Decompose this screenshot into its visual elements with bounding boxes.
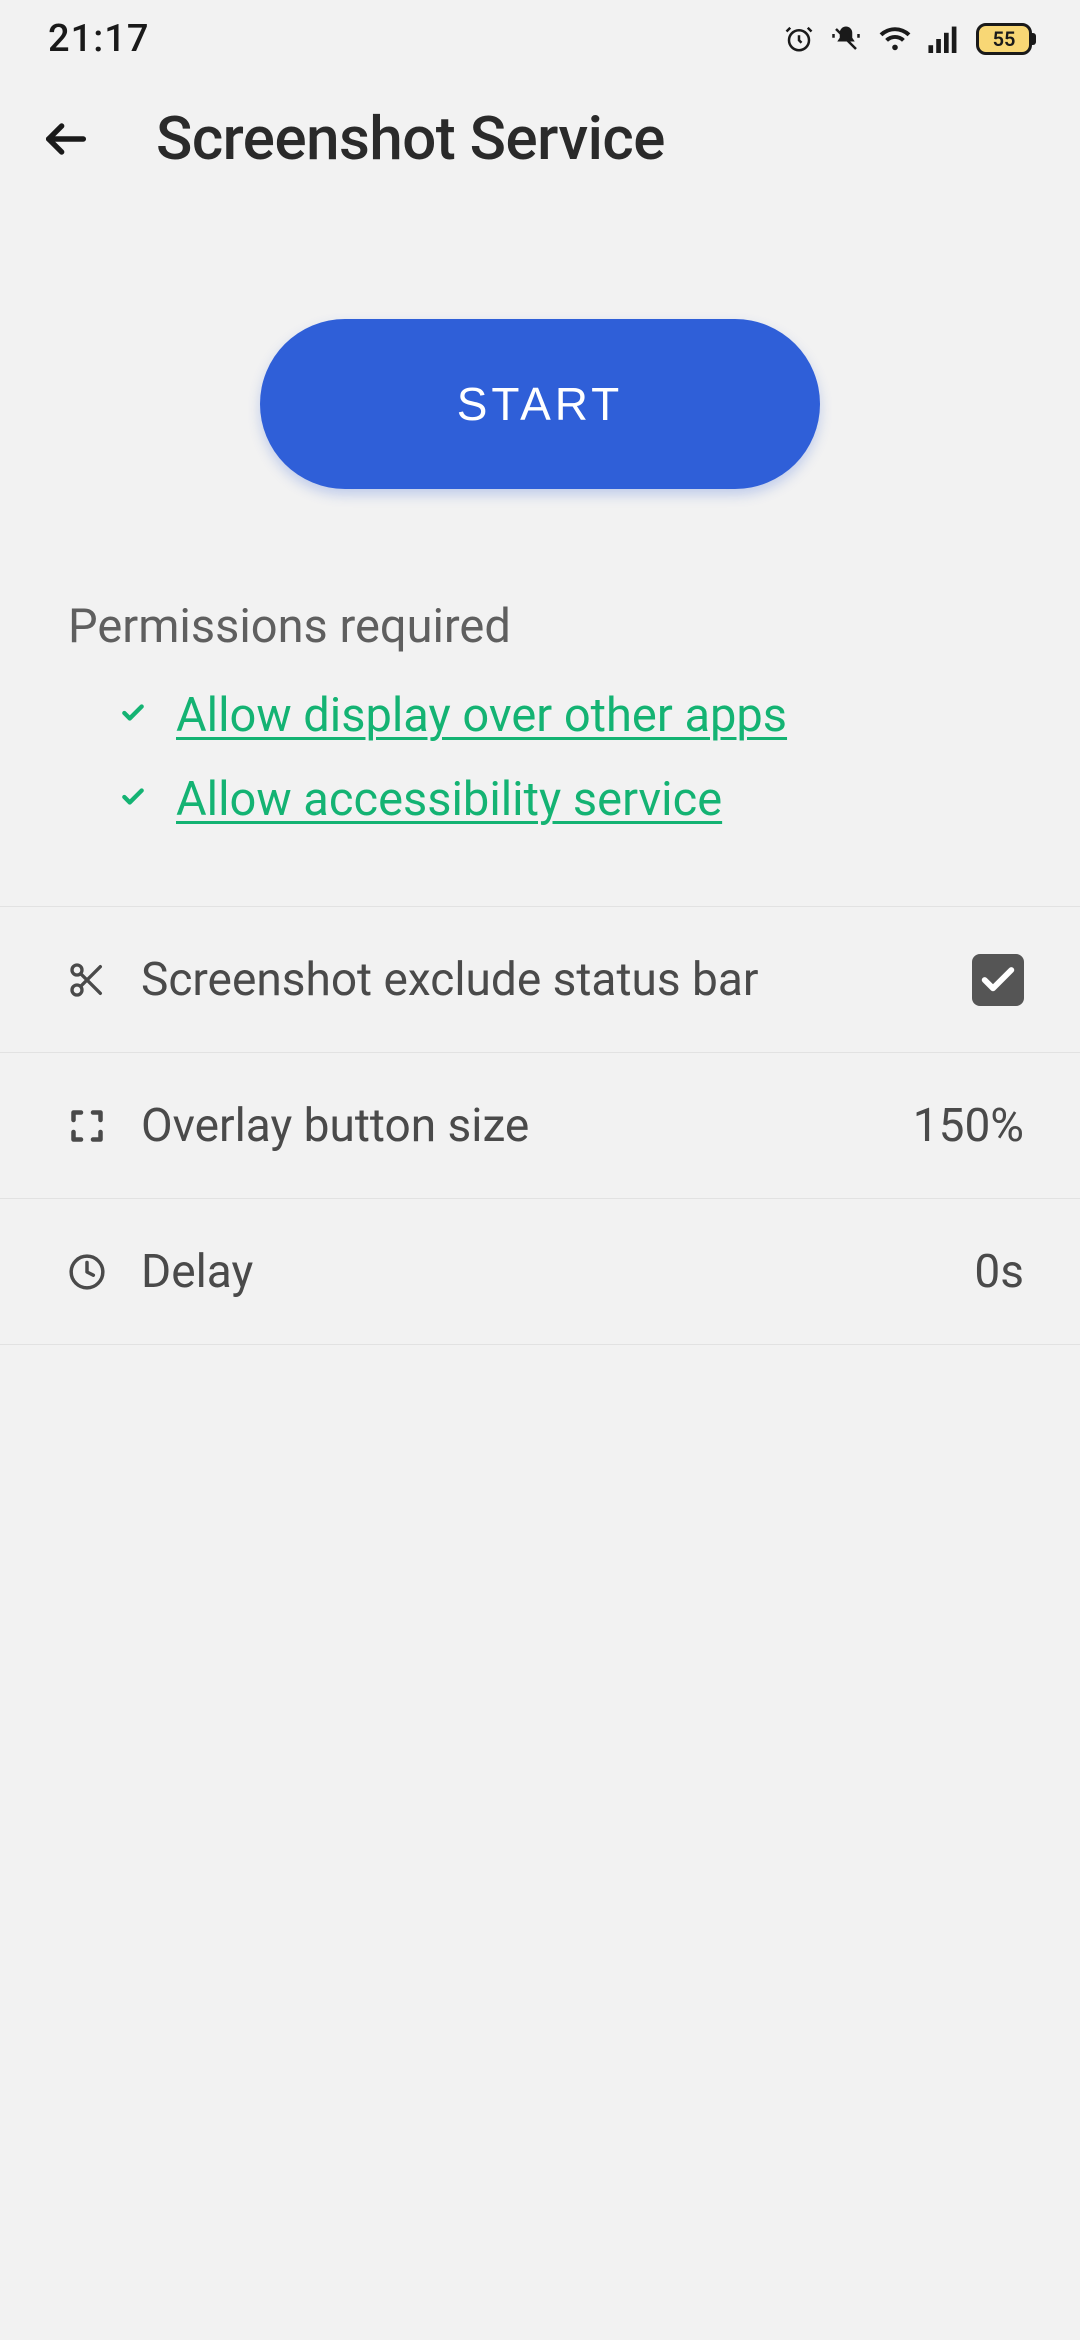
clock-icon xyxy=(65,1253,109,1291)
wifi-icon xyxy=(878,25,912,53)
alarm-icon xyxy=(784,24,814,54)
setting-value: 150% xyxy=(913,1099,1024,1153)
arrow-left-icon xyxy=(40,113,92,165)
page-title: Screenshot Service xyxy=(156,103,665,174)
checkbox-checked[interactable] xyxy=(972,954,1024,1006)
setting-label: Overlay button size xyxy=(141,1099,881,1153)
start-wrap: START xyxy=(0,199,1080,569)
status-time: 21:17 xyxy=(48,17,149,61)
setting-label: Screenshot exclude status bar xyxy=(141,953,940,1007)
start-button[interactable]: START xyxy=(260,319,820,489)
vibrate-icon xyxy=(830,24,862,54)
signal-icon xyxy=(928,25,960,53)
status-icons: 55 xyxy=(784,23,1032,55)
battery-icon: 55 xyxy=(976,23,1032,55)
setting-overlay-button-size[interactable]: Overlay button size 150% xyxy=(0,1053,1080,1199)
back-button[interactable] xyxy=(36,109,96,169)
permission-link-label: Allow accessibility service xyxy=(176,772,722,827)
check-icon xyxy=(120,784,146,814)
permission-item-accessibility[interactable]: Allow accessibility service xyxy=(68,762,1012,836)
setting-exclude-status-bar[interactable]: Screenshot exclude status bar xyxy=(0,907,1080,1053)
status-bar: 21:17 55 xyxy=(0,0,1080,78)
permissions-section: Permissions required Allow display over … xyxy=(0,599,1080,836)
scissors-icon xyxy=(65,960,109,1000)
setting-label: Delay xyxy=(141,1245,942,1299)
battery-level: 55 xyxy=(993,27,1016,51)
app-header: Screenshot Service xyxy=(0,78,1080,199)
permission-link-label: Allow display over other apps xyxy=(176,688,787,743)
settings-list: Screenshot exclude status bar Overlay bu… xyxy=(0,906,1080,1345)
permissions-heading: Permissions required xyxy=(68,599,1012,654)
checkmark-icon xyxy=(978,960,1018,1000)
setting-value: 0s xyxy=(974,1245,1024,1299)
fullscreen-icon xyxy=(65,1108,109,1144)
permission-item-overlay[interactable]: Allow display over other apps xyxy=(68,678,1012,752)
setting-delay[interactable]: Delay 0s xyxy=(0,1199,1080,1345)
check-icon xyxy=(120,700,146,730)
